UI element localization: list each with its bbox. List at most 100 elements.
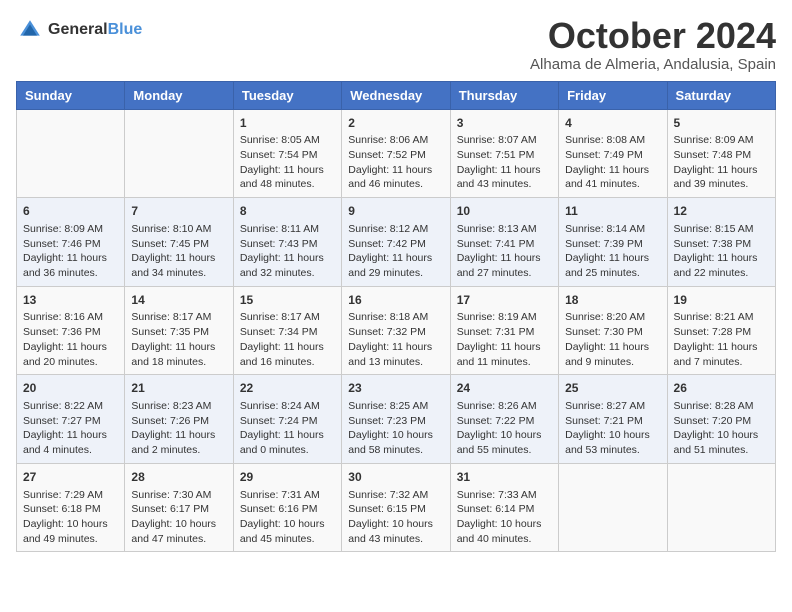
calendar-cell: 26 Sunrise: 8:28 AM Sunset: 7:20 PM Dayli… [667,375,775,464]
calendar-cell: 22 Sunrise: 8:24 AM Sunset: 7:24 PM Dayli… [233,375,341,464]
day-number: 14 [131,292,226,309]
cell-content: Sunrise: 8:19 AM Sunset: 7:31 PM Dayligh… [457,310,552,369]
day-number: 19 [674,292,769,309]
cell-content: Sunrise: 8:22 AM Sunset: 7:27 PM Dayligh… [23,399,118,458]
logo-text: GeneralBlue [48,21,142,39]
cell-content: Sunrise: 8:25 AM Sunset: 7:23 PM Dayligh… [348,399,443,458]
cell-content: Sunrise: 8:05 AM Sunset: 7:54 PM Dayligh… [240,133,335,192]
calendar-cell [667,463,775,552]
cell-content: Sunrise: 8:24 AM Sunset: 7:24 PM Dayligh… [240,399,335,458]
day-number: 4 [565,115,660,132]
calendar-cell: 30Sunrise: 7:32 AM Sunset: 6:15 PM Dayli… [342,463,450,552]
cell-content: Sunrise: 7:29 AM Sunset: 6:18 PM Dayligh… [23,488,118,547]
cell-content: Sunrise: 8:16 AM Sunset: 7:36 PM Dayligh… [23,310,118,369]
calendar-cell: 16Sunrise: 8:18 AM Sunset: 7:32 PM Dayli… [342,286,450,375]
logo: GeneralBlue [16,16,142,44]
day-number: 10 [457,203,552,220]
day-number: 8 [240,203,335,220]
header-tuesday: Tuesday [233,81,341,109]
cell-content: Sunrise: 7:32 AM Sunset: 6:15 PM Dayligh… [348,488,443,547]
cell-content: Sunrise: 8:18 AM Sunset: 7:32 PM Dayligh… [348,310,443,369]
week-row-4: 20 Sunrise: 8:22 AM Sunset: 7:27 PM Dayli… [17,375,776,464]
calendar-cell: 13Sunrise: 8:16 AM Sunset: 7:36 PM Dayli… [17,286,125,375]
calendar-cell [17,109,125,198]
day-number: 1 [240,115,335,132]
day-number: 11 [565,203,660,220]
calendar-cell: 28Sunrise: 7:30 AM Sunset: 6:17 PM Dayli… [125,463,233,552]
calendar-cell: 23 Sunrise: 8:25 AM Sunset: 7:23 PM Dayli… [342,375,450,464]
calendar-cell [559,463,667,552]
calendar-cell: 27 Sunrise: 7:29 AM Sunset: 6:18 PM Dayli… [17,463,125,552]
cell-content: Sunrise: 8:17 AM Sunset: 7:34 PM Dayligh… [240,310,335,369]
calendar-cell: 17Sunrise: 8:19 AM Sunset: 7:31 PM Dayli… [450,286,558,375]
day-number: 24 [457,380,552,397]
cell-content: Sunrise: 8:10 AM Sunset: 7:45 PM Dayligh… [131,222,226,281]
header-saturday: Saturday [667,81,775,109]
calendar-cell: 4Sunrise: 8:08 AM Sunset: 7:49 PM Daylig… [559,109,667,198]
calendar-cell: 21 Sunrise: 8:23 AM Sunset: 7:26 PM Dayli… [125,375,233,464]
calendar-cell: 24 Sunrise: 8:26 AM Sunset: 7:22 PM Dayli… [450,375,558,464]
calendar-cell: 9 Sunrise: 8:12 AM Sunset: 7:42 PM Daylig… [342,198,450,287]
day-number: 29 [240,469,335,486]
header-sunday: Sunday [17,81,125,109]
calendar-cell: 5Sunrise: 8:09 AM Sunset: 7:48 PM Daylig… [667,109,775,198]
day-number: 18 [565,292,660,309]
calendar-cell: 8Sunrise: 8:11 AM Sunset: 7:43 PM Daylig… [233,198,341,287]
day-number: 12 [674,203,769,220]
day-number: 7 [131,203,226,220]
page-header: GeneralBlue October 2024 Alhama de Almer… [16,16,776,73]
day-number: 27 [23,469,118,486]
cell-content: Sunrise: 8:26 AM Sunset: 7:22 PM Dayligh… [457,399,552,458]
cell-content: Sunrise: 7:33 AM Sunset: 6:14 PM Dayligh… [457,488,552,547]
header-friday: Friday [559,81,667,109]
calendar-cell: 31 Sunrise: 7:33 AM Sunset: 6:14 PM Dayli… [450,463,558,552]
day-number: 22 [240,380,335,397]
calendar-table: SundayMondayTuesdayWednesdayThursdayFrid… [16,81,776,553]
week-row-3: 13Sunrise: 8:16 AM Sunset: 7:36 PM Dayli… [17,286,776,375]
calendar-cell: 11 Sunrise: 8:14 AM Sunset: 7:39 PM Dayli… [559,198,667,287]
subtitle: Alhama de Almeria, Andalusia, Spain [530,56,776,73]
calendar-cell: 25Sunrise: 8:27 AM Sunset: 7:21 PM Dayli… [559,375,667,464]
day-number: 3 [457,115,552,132]
calendar-cell: 14Sunrise: 8:17 AM Sunset: 7:35 PM Dayli… [125,286,233,375]
calendar-cell: 10 Sunrise: 8:13 AM Sunset: 7:41 PM Dayli… [450,198,558,287]
day-number: 2 [348,115,443,132]
cell-content: Sunrise: 8:06 AM Sunset: 7:52 PM Dayligh… [348,133,443,192]
day-number: 17 [457,292,552,309]
week-row-2: 6Sunrise: 8:09 AM Sunset: 7:46 PM Daylig… [17,198,776,287]
cell-content: Sunrise: 8:23 AM Sunset: 7:26 PM Dayligh… [131,399,226,458]
day-number: 23 [348,380,443,397]
header-thursday: Thursday [450,81,558,109]
logo-icon [16,16,44,44]
calendar-cell [125,109,233,198]
cell-content: Sunrise: 8:13 AM Sunset: 7:41 PM Dayligh… [457,222,552,281]
cell-content: Sunrise: 7:30 AM Sunset: 6:17 PM Dayligh… [131,488,226,547]
cell-content: Sunrise: 8:17 AM Sunset: 7:35 PM Dayligh… [131,310,226,369]
day-number: 6 [23,203,118,220]
header-monday: Monday [125,81,233,109]
cell-content: Sunrise: 8:28 AM Sunset: 7:20 PM Dayligh… [674,399,769,458]
calendar-cell: 3Sunrise: 8:07 AM Sunset: 7:51 PM Daylig… [450,109,558,198]
cell-content: Sunrise: 8:08 AM Sunset: 7:49 PM Dayligh… [565,133,660,192]
calendar-cell: 15Sunrise: 8:17 AM Sunset: 7:34 PM Dayli… [233,286,341,375]
day-number: 21 [131,380,226,397]
day-number: 25 [565,380,660,397]
week-row-1: 1Sunrise: 8:05 AM Sunset: 7:54 PM Daylig… [17,109,776,198]
cell-content: Sunrise: 8:20 AM Sunset: 7:30 PM Dayligh… [565,310,660,369]
calendar-cell: 6Sunrise: 8:09 AM Sunset: 7:46 PM Daylig… [17,198,125,287]
calendar-cell: 29Sunrise: 7:31 AM Sunset: 6:16 PM Dayli… [233,463,341,552]
title-block: October 2024 Alhama de Almeria, Andalusi… [530,16,776,73]
day-number: 20 [23,380,118,397]
calendar-cell: 18Sunrise: 8:20 AM Sunset: 7:30 PM Dayli… [559,286,667,375]
day-number: 26 [674,380,769,397]
cell-content: Sunrise: 8:12 AM Sunset: 7:42 PM Dayligh… [348,222,443,281]
calendar-cell: 7 Sunrise: 8:10 AM Sunset: 7:45 PM Daylig… [125,198,233,287]
cell-content: Sunrise: 8:07 AM Sunset: 7:51 PM Dayligh… [457,133,552,192]
day-number: 15 [240,292,335,309]
day-number: 31 [457,469,552,486]
cell-content: Sunrise: 8:14 AM Sunset: 7:39 PM Dayligh… [565,222,660,281]
calendar-cell: 20 Sunrise: 8:22 AM Sunset: 7:27 PM Dayli… [17,375,125,464]
day-number: 9 [348,203,443,220]
calendar-cell: 12Sunrise: 8:15 AM Sunset: 7:38 PM Dayli… [667,198,775,287]
day-number: 13 [23,292,118,309]
